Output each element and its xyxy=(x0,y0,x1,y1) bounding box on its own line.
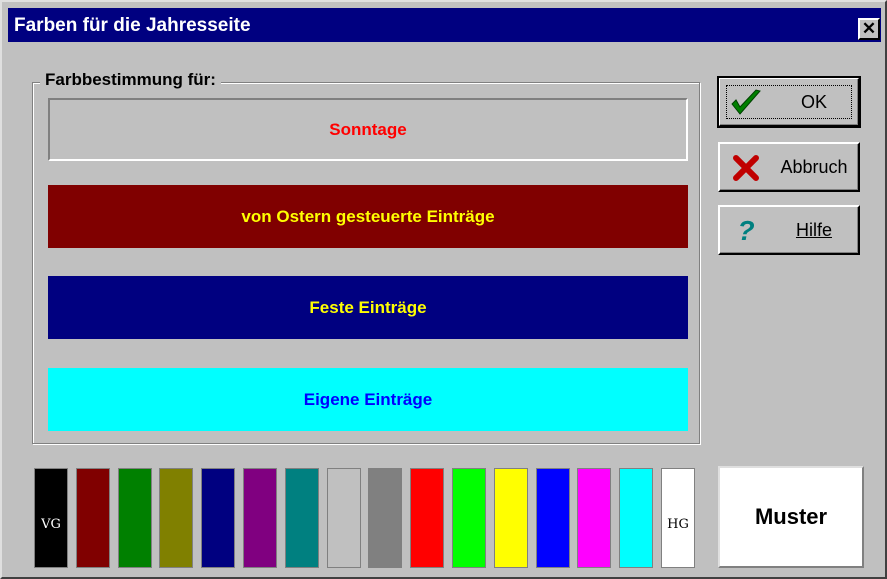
color-swatch[interactable] xyxy=(619,468,654,568)
target-ostern-entries-label: von Ostern gesteuerte Einträge xyxy=(241,206,495,226)
target-eigene-entries[interactable]: Eigene Einträge xyxy=(48,368,688,431)
dialog-window: Farben für die Jahresseite ✕ Farbbestimm… xyxy=(0,0,887,579)
x-icon xyxy=(730,152,762,184)
color-swatch[interactable]: VG xyxy=(34,468,68,568)
question-icon: ? xyxy=(737,215,755,246)
color-swatch[interactable] xyxy=(117,468,152,568)
hilfe-button[interactable]: ? Hilfe xyxy=(718,205,860,255)
color-swatch[interactable] xyxy=(326,468,361,568)
group-label: Farbbestimmung für: xyxy=(40,70,221,90)
target-eigene-entries-label: Eigene Einträge xyxy=(303,389,433,409)
close-button[interactable]: ✕ xyxy=(858,18,880,40)
abbruch-label: Abbruch xyxy=(780,157,848,177)
foreground-marker: VG xyxy=(41,517,61,532)
target-ostern-entries[interactable]: von Ostern gesteuerte Einträge xyxy=(48,185,688,248)
close-icon: ✕ xyxy=(861,19,877,38)
background-marker: HG xyxy=(667,517,689,532)
dialog-title: Farben für die Jahresseite xyxy=(14,15,251,36)
color-swatch[interactable] xyxy=(535,468,570,568)
target-feste-entries[interactable]: Feste Einträge xyxy=(48,276,688,339)
checkmark-icon xyxy=(730,87,762,119)
color-swatch[interactable] xyxy=(452,468,486,568)
color-swatch[interactable] xyxy=(75,468,110,568)
color-swatch[interactable] xyxy=(284,468,319,568)
target-sonntage-label: Sonntage xyxy=(329,119,407,139)
color-swatch[interactable] xyxy=(368,468,403,568)
ok-label: OK xyxy=(800,92,827,112)
color-swatch[interactable] xyxy=(577,468,612,568)
color-swatch[interactable] xyxy=(243,468,277,568)
target-feste-entries-label: Feste Einträge xyxy=(309,297,427,317)
preview-box: Muster xyxy=(718,466,864,568)
color-swatch[interactable] xyxy=(410,468,445,568)
color-swatch[interactable] xyxy=(493,468,528,568)
hilfe-label: Hilfe xyxy=(795,220,832,240)
color-swatch[interactable]: HG xyxy=(661,468,695,568)
title-bar: Farben für die Jahresseite ✕ xyxy=(8,8,881,42)
target-sonntage[interactable]: Sonntage xyxy=(48,98,688,161)
color-swatch[interactable] xyxy=(159,468,194,568)
preview-label: Muster xyxy=(754,504,828,529)
abbruch-button[interactable]: Abbruch xyxy=(718,142,860,192)
color-swatch[interactable] xyxy=(201,468,236,568)
ok-button[interactable]: OK xyxy=(717,76,861,128)
